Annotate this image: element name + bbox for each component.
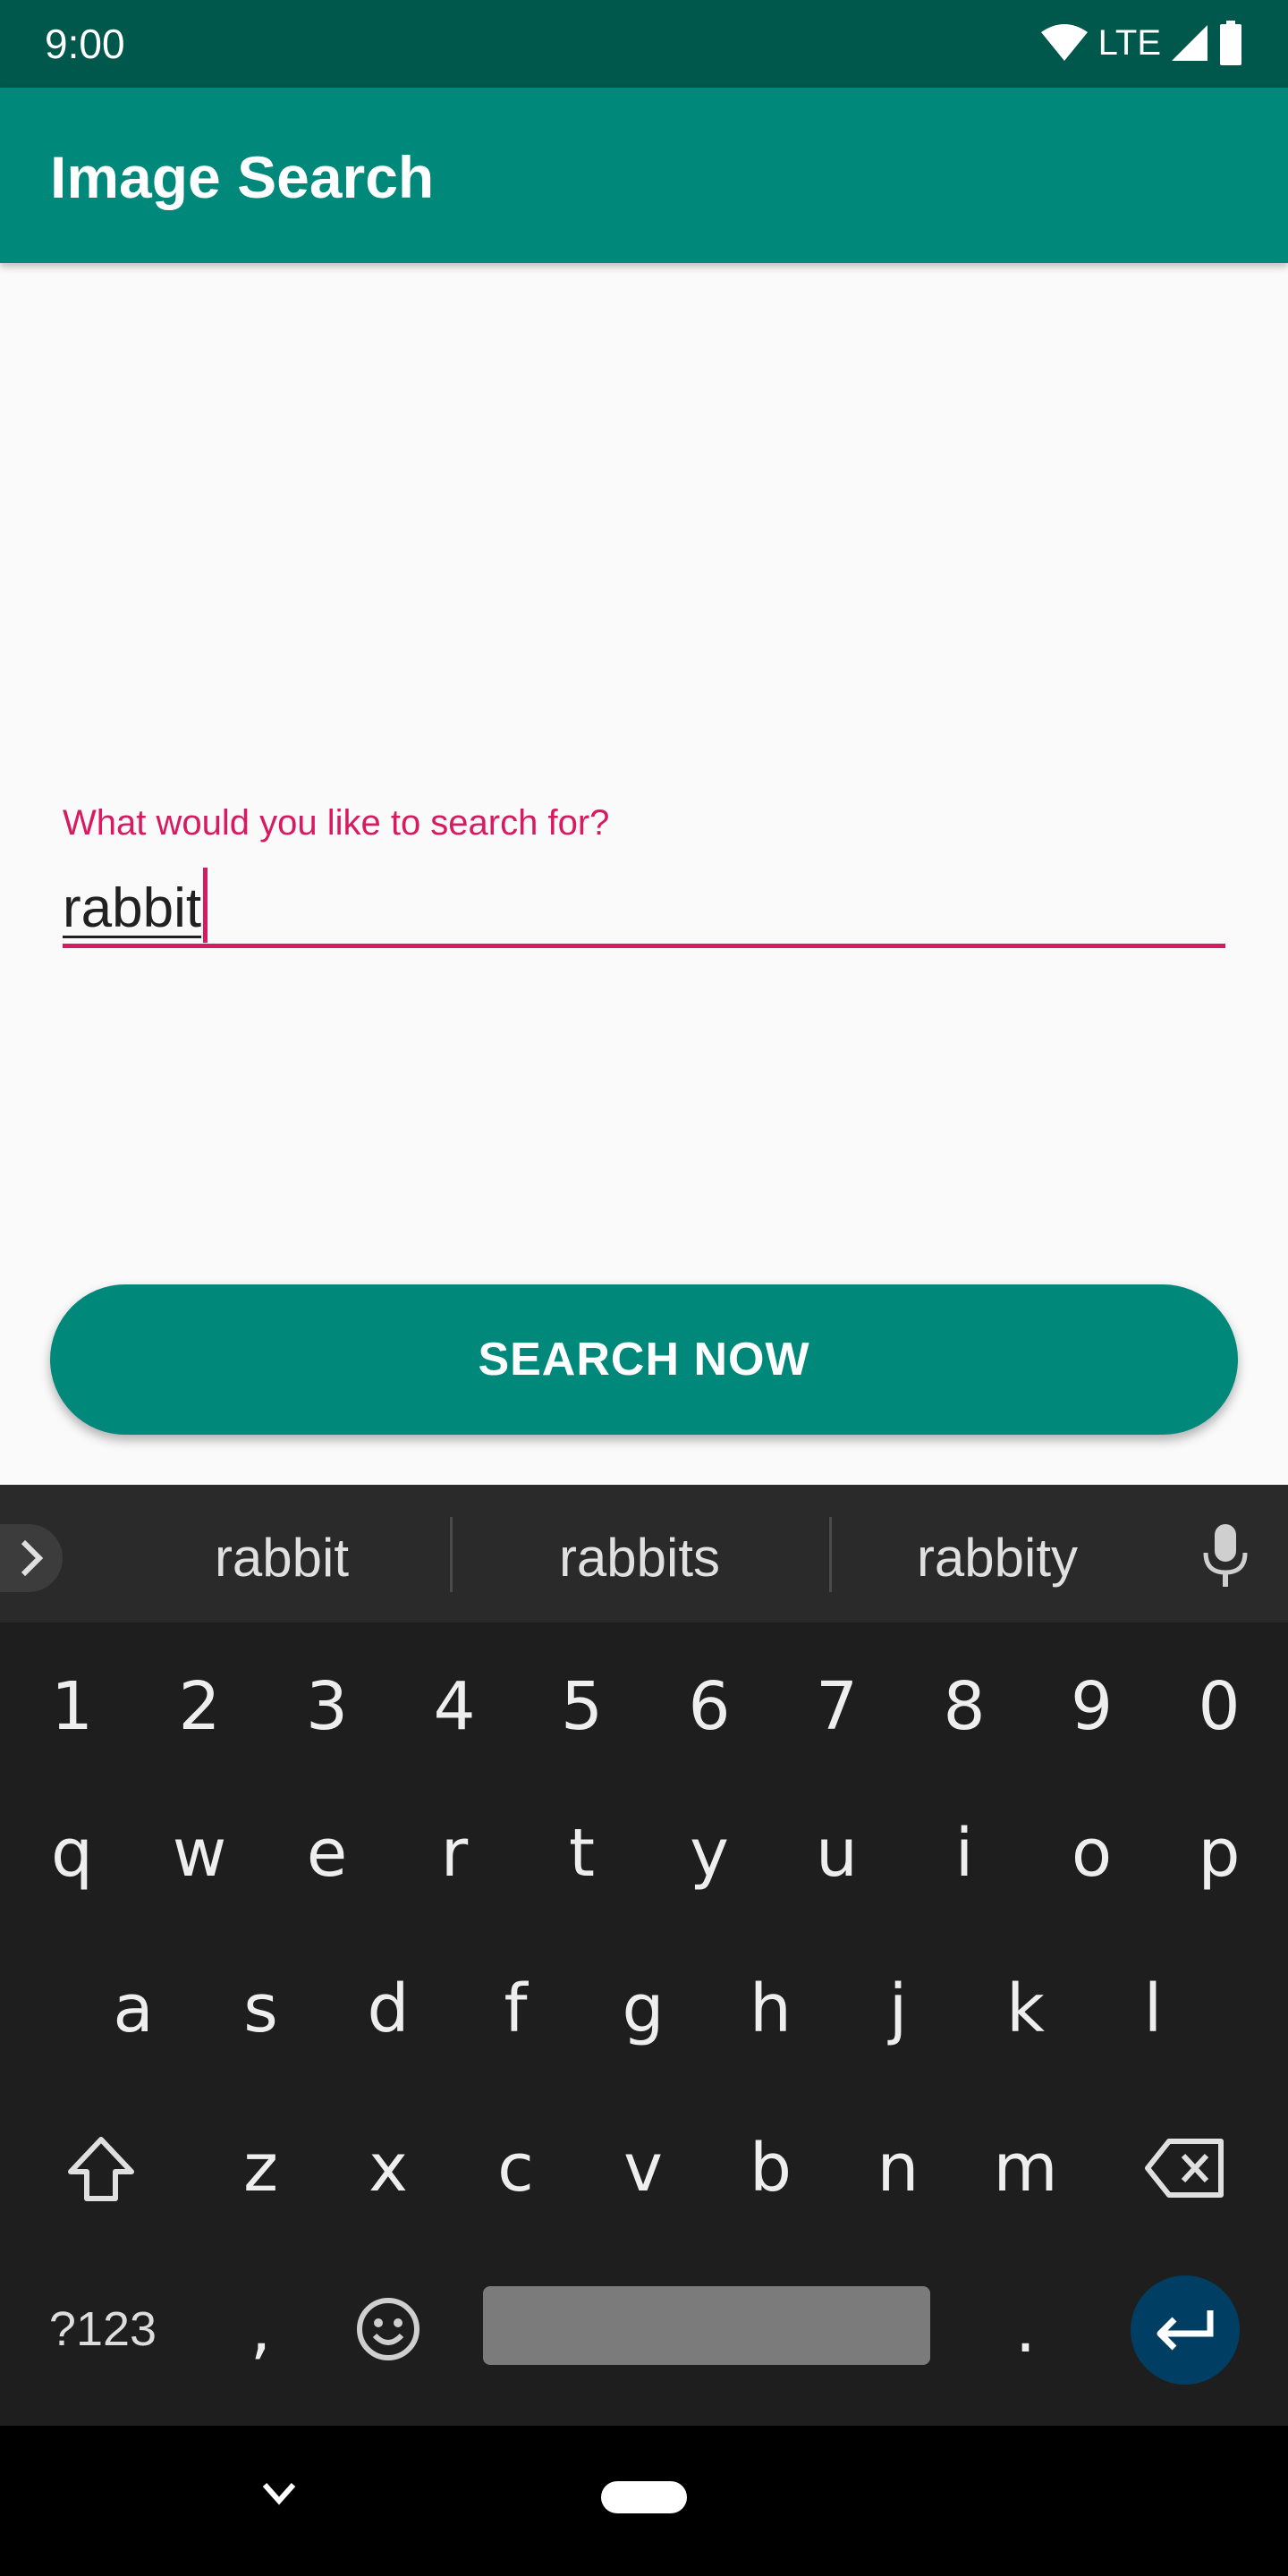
key-n[interactable]: n xyxy=(835,2097,962,2240)
key-4[interactable]: 4 xyxy=(391,1635,518,1778)
key-j[interactable]: j xyxy=(835,1937,962,2080)
key-b[interactable]: b xyxy=(707,2097,835,2240)
key-e[interactable]: e xyxy=(263,1782,391,1925)
suggestion-divider xyxy=(450,1517,453,1592)
cell-signal-icon xyxy=(1172,25,1208,61)
app-title: Image Search xyxy=(50,144,435,210)
key-v[interactable]: v xyxy=(580,2097,707,2240)
period-key[interactable]: . xyxy=(962,2258,1089,2401)
key-y[interactable]: y xyxy=(646,1782,773,1925)
suggestion-3[interactable]: rabbity xyxy=(832,1522,1163,1594)
comma-key[interactable]: , xyxy=(197,2258,325,2401)
space-key[interactable] xyxy=(483,2286,930,2365)
key-6[interactable]: 6 xyxy=(646,1635,773,1778)
key-7[interactable]: 7 xyxy=(773,1635,901,1778)
emoji-key[interactable] xyxy=(325,2258,452,2401)
text-cursor xyxy=(203,868,208,943)
key-1[interactable]: 1 xyxy=(8,1635,136,1778)
top-letter-row: q w e r t y u i o p xyxy=(0,1782,1288,1925)
app-bar: Image Search xyxy=(0,88,1288,263)
key-i[interactable]: i xyxy=(901,1782,1028,1925)
status-time: 9:00 xyxy=(45,21,125,67)
suggestion-strip: rabbit rabbits rabbity xyxy=(0,1485,1288,1623)
middle-letter-row: a s d f g h j k l xyxy=(0,1937,1288,2080)
microphone-icon[interactable] xyxy=(1199,1521,1252,1592)
key-d[interactable]: d xyxy=(325,1937,452,2080)
key-c[interactable]: c xyxy=(452,2097,580,2240)
backspace-key[interactable] xyxy=(1118,2097,1252,2240)
key-o[interactable]: o xyxy=(1028,1782,1156,1925)
number-row: 1 2 3 4 5 6 7 8 9 0 xyxy=(0,1635,1288,1778)
key-m[interactable]: m xyxy=(962,2097,1089,2240)
key-8[interactable]: 8 xyxy=(901,1635,1028,1778)
soft-keyboard: rabbit rabbits rabbity 1 2 3 4 5 6 7 8 9… xyxy=(0,1485,1288,2426)
battery-icon xyxy=(1220,21,1241,65)
key-g[interactable]: g xyxy=(580,1937,707,2080)
key-l[interactable]: l xyxy=(1089,1937,1216,2080)
key-q[interactable]: q xyxy=(8,1782,136,1925)
key-x[interactable]: x xyxy=(325,2097,452,2240)
key-5[interactable]: 5 xyxy=(518,1635,646,1778)
key-p[interactable]: p xyxy=(1156,1782,1283,1925)
search-input-value: rabbit xyxy=(63,877,202,939)
symbols-key[interactable]: ?123 xyxy=(27,2258,179,2401)
status-icons: LTE xyxy=(1039,18,1243,68)
key-h[interactable]: h xyxy=(707,1937,835,2080)
key-0[interactable]: 0 xyxy=(1156,1635,1283,1778)
key-9[interactable]: 9 xyxy=(1028,1635,1156,1778)
key-a[interactable]: a xyxy=(70,1937,197,2080)
enter-key[interactable] xyxy=(1131,2275,1240,2385)
key-z[interactable]: z xyxy=(197,2097,325,2240)
hide-keyboard-icon[interactable] xyxy=(259,2478,299,2510)
backspace-icon xyxy=(1145,2139,1224,2198)
key-3[interactable]: 3 xyxy=(263,1635,391,1778)
bottom-letter-row: z x c v b n m xyxy=(0,2097,1288,2240)
key-t[interactable]: t xyxy=(518,1782,646,1925)
wifi-icon xyxy=(1040,24,1088,61)
home-pill-button[interactable] xyxy=(601,2481,687,2513)
search-field-label: What would you like to search for? xyxy=(63,803,610,843)
search-input[interactable]: rabbit xyxy=(63,868,1225,948)
key-s[interactable]: s xyxy=(197,1937,325,2080)
search-now-button[interactable]: SEARCH NOW xyxy=(50,1284,1238,1435)
key-u[interactable]: u xyxy=(773,1782,901,1925)
key-r[interactable]: r xyxy=(391,1782,518,1925)
chevron-right-icon xyxy=(21,1539,44,1577)
key-f[interactable]: f xyxy=(452,1937,580,2080)
enter-icon xyxy=(1157,2310,1214,2351)
key-k[interactable]: k xyxy=(962,1937,1089,2080)
network-type: LTE xyxy=(1097,23,1161,63)
expand-toolbar-button[interactable] xyxy=(0,1524,63,1592)
navigation-bar xyxy=(0,2426,1288,2576)
shift-key[interactable] xyxy=(36,2097,165,2240)
key-2[interactable]: 2 xyxy=(136,1635,263,1778)
suggestion-1[interactable]: rabbit xyxy=(116,1522,447,1594)
shift-icon xyxy=(67,2137,134,2201)
suggestion-2[interactable]: rabbits xyxy=(474,1522,805,1594)
emoji-icon xyxy=(357,2298,419,2360)
key-w[interactable]: w xyxy=(136,1782,263,1925)
status-bar: 9:00 LTE xyxy=(0,0,1288,88)
